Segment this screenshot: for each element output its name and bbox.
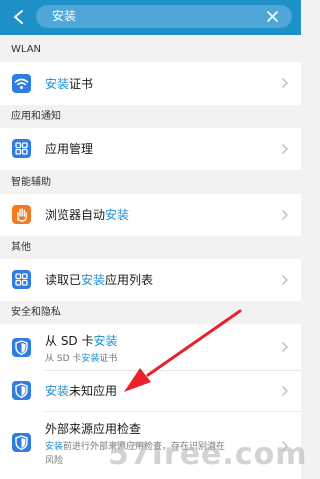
row-title: 安装证书 xyxy=(45,77,94,91)
section-header-wlan: WLAN xyxy=(11,44,42,55)
grid-icon xyxy=(12,270,31,289)
chevron-right-icon xyxy=(282,275,288,285)
chevron-right-icon xyxy=(282,342,288,352)
shield-icon xyxy=(12,338,31,357)
result-install-from-sd[interactable]: 从 SD 卡安装 从 SD 卡安装证书 xyxy=(0,324,301,371)
row-subtitle-line2: 风险 xyxy=(45,456,64,466)
row-title: 从 SD 卡安装 xyxy=(45,334,118,348)
arrow-left-icon[interactable] xyxy=(8,6,30,28)
row-title: 安装未知应用 xyxy=(45,384,118,398)
wifi-icon xyxy=(12,74,31,93)
close-icon[interactable] xyxy=(265,9,280,24)
section-header-smart-assist: 智能辅助 xyxy=(11,177,51,188)
result-install-unknown-apps[interactable]: 安装未知应用 xyxy=(0,371,301,412)
result-browser-auto-install[interactable]: 浏览器自动安装 xyxy=(0,194,301,236)
result-app-management[interactable]: 应用管理 xyxy=(0,128,301,170)
chevron-right-icon xyxy=(282,386,288,396)
section-header-security: 安全和隐私 xyxy=(11,307,61,318)
row-title: 应用管理 xyxy=(45,142,94,156)
shield-icon xyxy=(12,433,31,452)
chevron-right-icon xyxy=(282,210,288,220)
section-header-other: 其他 xyxy=(11,242,31,253)
row-title: 浏览器自动安装 xyxy=(45,208,130,222)
row-title: 外部来源应用检查 xyxy=(45,422,142,436)
search-header: 安装 xyxy=(0,0,301,35)
row-subtitle: 从 SD 卡安装证书 xyxy=(45,354,118,364)
hand-icon xyxy=(12,205,31,224)
result-install-certificate[interactable]: 安装证书 xyxy=(0,62,301,105)
watermark: 57Iree.com xyxy=(108,437,308,472)
chevron-right-icon xyxy=(282,78,288,88)
search-query[interactable]: 安装 xyxy=(52,8,76,25)
result-read-installed-apps[interactable]: 读取已安装应用列表 xyxy=(0,259,301,301)
chevron-right-icon xyxy=(282,144,288,154)
shield-icon xyxy=(12,381,31,400)
section-header-apps: 应用和通知 xyxy=(11,111,61,122)
search-input[interactable]: 安装 xyxy=(36,5,292,28)
row-title: 读取已安装应用列表 xyxy=(45,273,154,287)
grid-icon xyxy=(12,139,31,158)
